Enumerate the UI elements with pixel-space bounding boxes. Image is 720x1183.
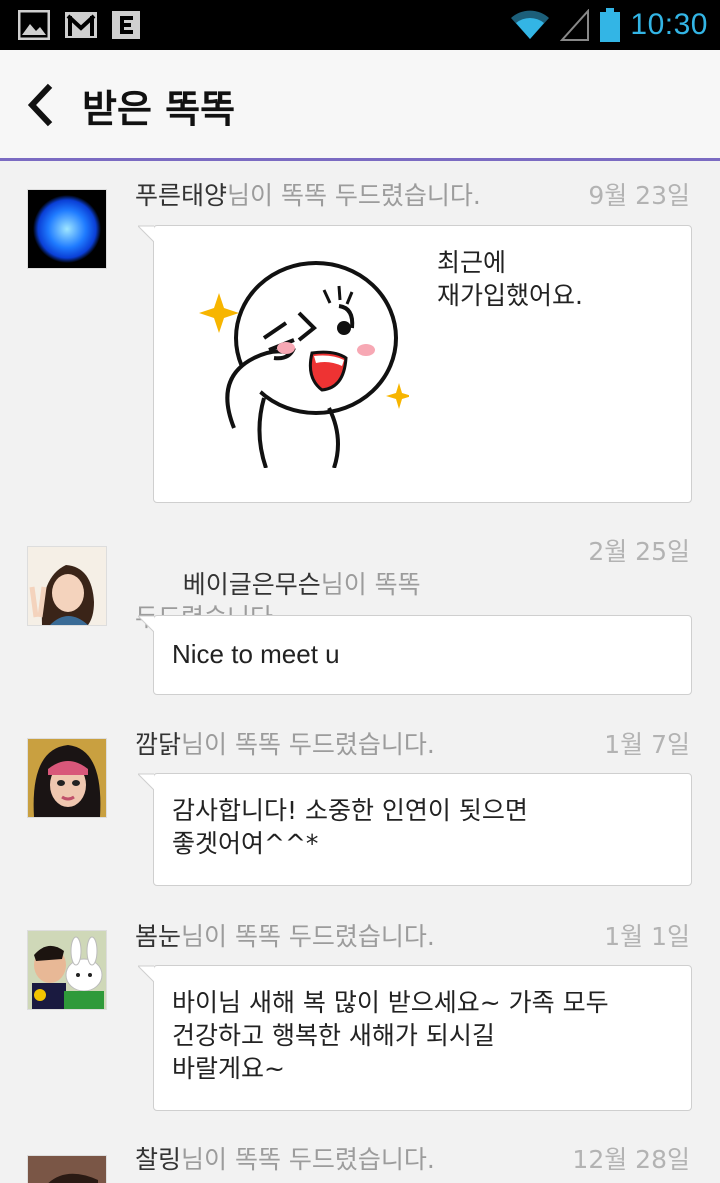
knock-text: 님이 똑똑 두드렸습니다.	[181, 922, 435, 951]
bubble-tail	[138, 965, 154, 983]
waving-character-sticker	[199, 261, 409, 468]
message-header: 찰링님이 똑똑 두드렸습니다.	[135, 1143, 565, 1176]
message-text: 바이님 새해 복 많이 받으세요~ 가족 모두 건강하고 행복한 새해가 되시길…	[172, 988, 609, 1083]
message-bubble[interactable]: 최근에 재가입했어요.	[138, 225, 692, 503]
status-bar-notifications	[18, 9, 140, 41]
pink-hair-avatar	[28, 739, 106, 817]
message-bubble[interactable]: 바이님 새해 복 많이 받으세요~ 가족 모두 건강하고 행복한 새해가 되시길…	[138, 965, 692, 1111]
bubble-tail	[138, 615, 154, 633]
message-text: 감사합니다! 소중한 인연이 됫으면 좋겟어여^^*	[172, 796, 528, 858]
message-bubble[interactable]: Nice to meet u	[138, 615, 692, 695]
gmail-icon	[65, 12, 97, 38]
message-bubble[interactable]: 감사합니다! 소중한 인연이 됫으면 좋겟어여^^*	[138, 773, 692, 886]
avatar[interactable]	[27, 738, 107, 818]
bubble-tail	[138, 773, 154, 791]
partial-avatar	[28, 1156, 106, 1183]
knock-text: 님이 똑똑 두드렸습니다.	[181, 730, 435, 759]
message-date: 1월 1일	[604, 922, 690, 951]
message-header: 푸른태양님이 똑똑 두드렸습니다.	[135, 179, 565, 212]
status-bar-system: 10:30	[510, 6, 708, 44]
message-header: 봄눈님이 똑똑 두드렸습니다.	[135, 920, 565, 953]
clock: 10:30	[630, 8, 708, 41]
message-text: 최근에 재가입했어요.	[437, 248, 583, 310]
battery-icon	[600, 8, 621, 42]
message-date: 2월 25일	[588, 537, 690, 566]
sender-name[interactable]: 푸른태양	[135, 181, 227, 210]
sender-name[interactable]: 베이글은무슨	[183, 570, 321, 599]
sender-name[interactable]: 깜닭	[135, 730, 181, 759]
sender-name[interactable]: 찰링	[135, 1145, 181, 1174]
gallery-icon	[18, 10, 50, 40]
cell-signal-icon	[560, 9, 590, 41]
avatar[interactable]	[27, 546, 107, 626]
sender-name[interactable]: 봄눈	[135, 922, 181, 951]
wifi-icon	[511, 10, 550, 39]
page-title: 받은 똑똑	[82, 87, 236, 131]
bubble-tail	[138, 225, 154, 243]
knock-text: 님이 똑똑 두드렸습니다.	[227, 181, 481, 210]
back-button[interactable]	[20, 80, 64, 130]
avatar[interactable]	[27, 189, 107, 269]
chevron-left-icon	[27, 83, 53, 127]
message-date: 9월 23일	[588, 181, 690, 210]
message-date: 12월 28일	[572, 1145, 690, 1174]
e-notification-icon	[112, 11, 140, 39]
boy-with-bunny-avatar	[28, 931, 106, 1009]
avatar[interactable]	[27, 1155, 107, 1183]
message-list[interactable]: 푸른태양님이 똑똑 두드렸습니다. 9월 23일 최근에 재가입했어요. 베이글…	[0, 161, 720, 1183]
knock-text: 님이 똑똑 두드렸습니다.	[181, 1145, 435, 1174]
woman-v-sign-avatar	[28, 547, 106, 625]
message-date: 1월 7일	[604, 730, 690, 759]
message-header: 깜닭님이 똑똑 두드렸습니다.	[135, 728, 565, 761]
avatar[interactable]	[27, 930, 107, 1010]
status-bar: 10:30	[0, 0, 720, 50]
blue-sun-avatar	[28, 190, 106, 268]
app-bar: 받은 똑똑	[0, 50, 720, 161]
message-text: Nice to meet u	[172, 639, 340, 669]
